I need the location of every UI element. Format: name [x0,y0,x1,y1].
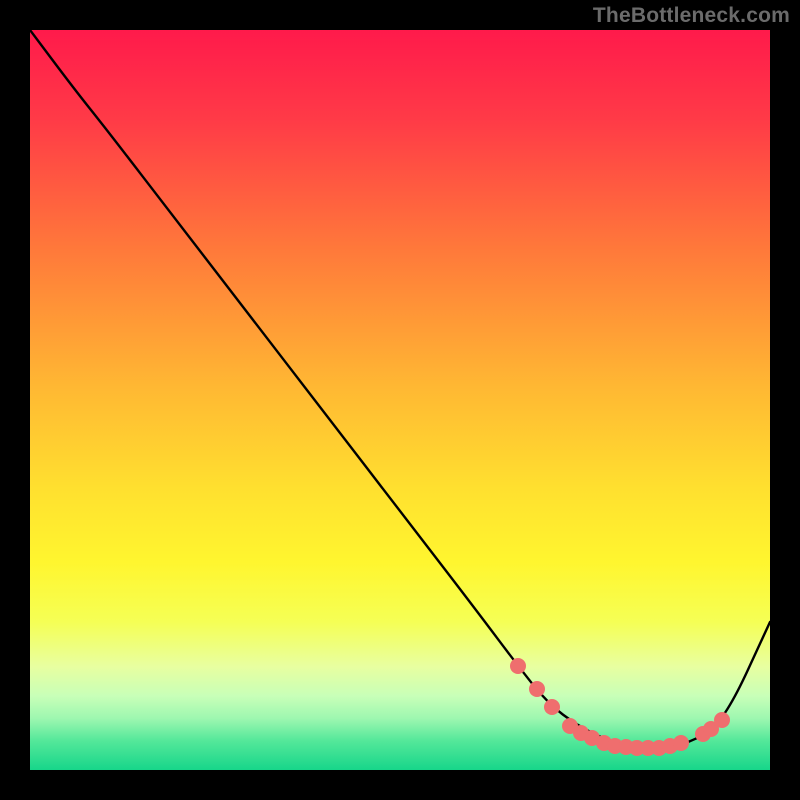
chart-frame: TheBottleneck.com [0,0,800,800]
attribution-text: TheBottleneck.com [593,4,790,28]
data-point [673,735,689,751]
data-points-layer [30,30,770,770]
plot-area [30,30,770,770]
data-point [544,699,560,715]
data-point [529,681,545,697]
data-point [510,658,526,674]
data-point [714,712,730,728]
